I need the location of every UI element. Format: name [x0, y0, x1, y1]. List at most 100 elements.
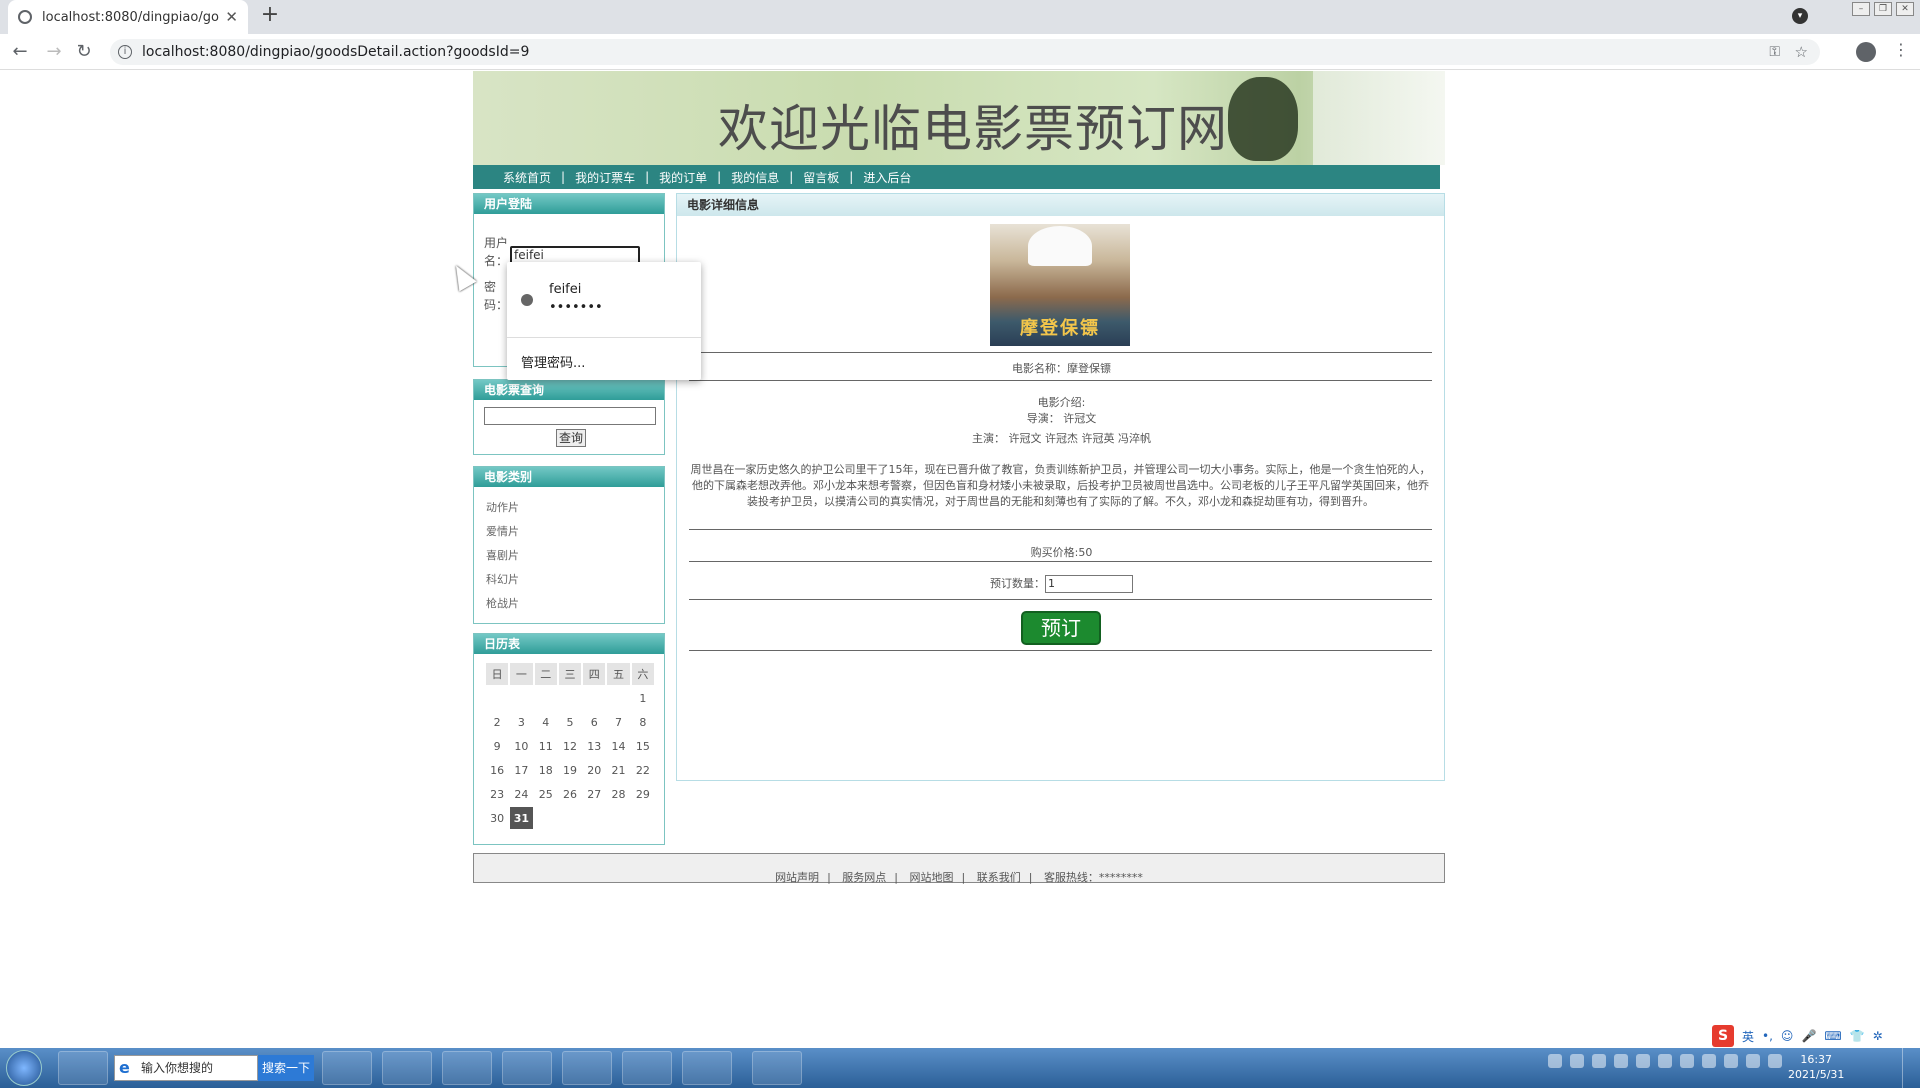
- forward-icon[interactable]: →: [42, 40, 66, 64]
- autofill-password[interactable]: •••••••: [549, 300, 603, 315]
- category-gunfight[interactable]: 枪战片: [486, 595, 519, 611]
- tray-qq-icon[interactable]: [1680, 1054, 1694, 1068]
- calendar-day[interactable]: 24: [510, 783, 532, 805]
- calendar-day[interactable]: 31: [510, 807, 533, 829]
- info-icon[interactable]: i: [118, 45, 132, 59]
- nav-home[interactable]: 系统首页: [503, 169, 551, 186]
- calendar-day[interactable]: 26: [559, 783, 581, 805]
- show-desktop-button[interactable]: [1902, 1048, 1920, 1088]
- calendar-day[interactable]: 17: [510, 759, 532, 781]
- ime-skin-icon[interactable]: 👕: [1850, 1029, 1865, 1043]
- ime-keyboard-icon[interactable]: ⌨: [1824, 1029, 1841, 1043]
- calendar-day[interactable]: 20: [583, 759, 605, 781]
- profile-avatar-icon[interactable]: [1856, 42, 1876, 62]
- calendar-day[interactable]: 12: [559, 735, 581, 757]
- category-scifi[interactable]: 科幻片: [486, 571, 519, 587]
- close-tab-icon[interactable]: ✕: [225, 8, 238, 26]
- tray-network-icon[interactable]: [1592, 1054, 1606, 1068]
- tray-sogou-icon[interactable]: [1548, 1054, 1562, 1068]
- category-romance[interactable]: 爱情片: [486, 523, 519, 539]
- calendar-day[interactable]: 6: [583, 711, 605, 733]
- nav-my-info[interactable]: 我的信息: [731, 169, 779, 186]
- nav-orders[interactable]: 我的订单: [659, 169, 707, 186]
- footer-service-points[interactable]: 服务网点: [842, 871, 886, 884]
- calendar-day[interactable]: 25: [535, 783, 557, 805]
- tray-qq3-icon[interactable]: [1724, 1054, 1738, 1068]
- system-clock[interactable]: 16:37 2021/5/31: [1788, 1052, 1844, 1082]
- calendar-day[interactable]: 30: [486, 807, 508, 829]
- calendar-day[interactable]: 8: [632, 711, 654, 733]
- nav-message-board[interactable]: 留言板: [803, 169, 839, 186]
- bookmark-star-icon[interactable]: ☆: [1795, 43, 1808, 61]
- footer-statement[interactable]: 网站声明: [775, 871, 819, 884]
- search-input[interactable]: [484, 407, 656, 425]
- calendar-day[interactable]: 21: [607, 759, 629, 781]
- back-icon[interactable]: ←: [8, 40, 32, 64]
- sogou-icon[interactable]: S: [1712, 1025, 1734, 1047]
- browser-tab[interactable]: localhost:8080/dingpiao/good ✕: [8, 0, 248, 34]
- footer-sitemap[interactable]: 网站地图: [910, 871, 954, 884]
- user-app-icon[interactable]: [502, 1051, 552, 1085]
- calendar-day[interactable]: 14: [607, 735, 629, 757]
- calendar-day[interactable]: 9: [486, 735, 508, 757]
- manage-passwords-link[interactable]: 管理密码...: [521, 352, 585, 371]
- calendar-day[interactable]: 22: [632, 759, 654, 781]
- editor-app-icon[interactable]: [752, 1051, 802, 1085]
- calendar-day[interactable]: 15: [632, 735, 654, 757]
- book-button[interactable]: 预订: [1021, 611, 1101, 645]
- tray-display-icon[interactable]: [1768, 1054, 1782, 1068]
- taskbar-search-input[interactable]: e 输入你想搜的: [114, 1055, 258, 1081]
- quantity-input[interactable]: 1: [1045, 575, 1133, 593]
- calendar-day[interactable]: 28: [607, 783, 629, 805]
- folder-icon[interactable]: [682, 1051, 732, 1085]
- close-window-button[interactable]: ✕: [1896, 2, 1914, 16]
- search-button[interactable]: 查询: [556, 429, 586, 447]
- nav-admin[interactable]: 进入后台: [863, 169, 911, 186]
- calendar-day[interactable]: 11: [535, 735, 557, 757]
- start-button[interactable]: [6, 1050, 42, 1086]
- key-icon[interactable]: ⚿: [1769, 44, 1780, 60]
- new-tab-button[interactable]: +: [258, 4, 282, 28]
- calendar-day[interactable]: 3: [510, 711, 532, 733]
- calendar-day[interactable]: 1: [632, 687, 654, 709]
- calendar-day[interactable]: 5: [559, 711, 581, 733]
- tray-battery-icon[interactable]: [1614, 1054, 1628, 1068]
- calendar-day[interactable]: 10: [510, 735, 532, 757]
- minimize-button[interactable]: –: [1852, 2, 1870, 16]
- menu-kebab-icon[interactable]: ⋮: [1893, 40, 1909, 59]
- file-explorer-icon[interactable]: [382, 1051, 432, 1085]
- reload-icon[interactable]: ↻: [72, 40, 96, 64]
- calendar-day[interactable]: 7: [607, 711, 629, 733]
- calendar-day[interactable]: 23: [486, 783, 508, 805]
- footer-contact[interactable]: 联系我们: [977, 871, 1021, 884]
- tray-help-icon[interactable]: [1570, 1054, 1584, 1068]
- intellij-icon[interactable]: [562, 1051, 612, 1085]
- calendar-day[interactable]: 18: [535, 759, 557, 781]
- ime-tools-icon[interactable]: ✲: [1873, 1029, 1883, 1043]
- ime-punct-icon[interactable]: •,: [1762, 1029, 1773, 1043]
- ime-emoji-icon[interactable]: ☺: [1781, 1029, 1794, 1043]
- category-action[interactable]: 动作片: [486, 499, 519, 515]
- calendar-day[interactable]: 29: [632, 783, 654, 805]
- nav-cart[interactable]: 我的订票车: [575, 169, 635, 186]
- calendar-day[interactable]: 27: [583, 783, 605, 805]
- tray-qq2-icon[interactable]: [1702, 1054, 1716, 1068]
- tray-volume-icon[interactable]: [1746, 1054, 1760, 1068]
- address-bar[interactable]: i localhost:8080/dingpiao/goodsDetail.ac…: [110, 39, 1820, 65]
- category-comedy[interactable]: 喜剧片: [486, 547, 519, 563]
- tray-app-icon[interactable]: [1658, 1054, 1672, 1068]
- firefox-icon[interactable]: [322, 1051, 372, 1085]
- calendar-day[interactable]: 4: [535, 711, 557, 733]
- calendar-day[interactable]: 13: [583, 735, 605, 757]
- calendar-day[interactable]: 16: [486, 759, 508, 781]
- autofill-username[interactable]: feifei: [549, 282, 581, 297]
- tray-arrow-icon[interactable]: [1636, 1054, 1650, 1068]
- wechat-icon[interactable]: [622, 1051, 672, 1085]
- taskbar-search-button[interactable]: 搜索一下: [258, 1055, 314, 1081]
- ime-lang-toggle[interactable]: 英: [1742, 1028, 1754, 1045]
- calendar-day[interactable]: 2: [486, 711, 508, 733]
- taskbar-app-colorful-icon[interactable]: [58, 1051, 108, 1085]
- chrome-icon[interactable]: [442, 1051, 492, 1085]
- restore-button[interactable]: ❐: [1874, 2, 1892, 16]
- tab-search-icon[interactable]: ▾: [1792, 8, 1808, 24]
